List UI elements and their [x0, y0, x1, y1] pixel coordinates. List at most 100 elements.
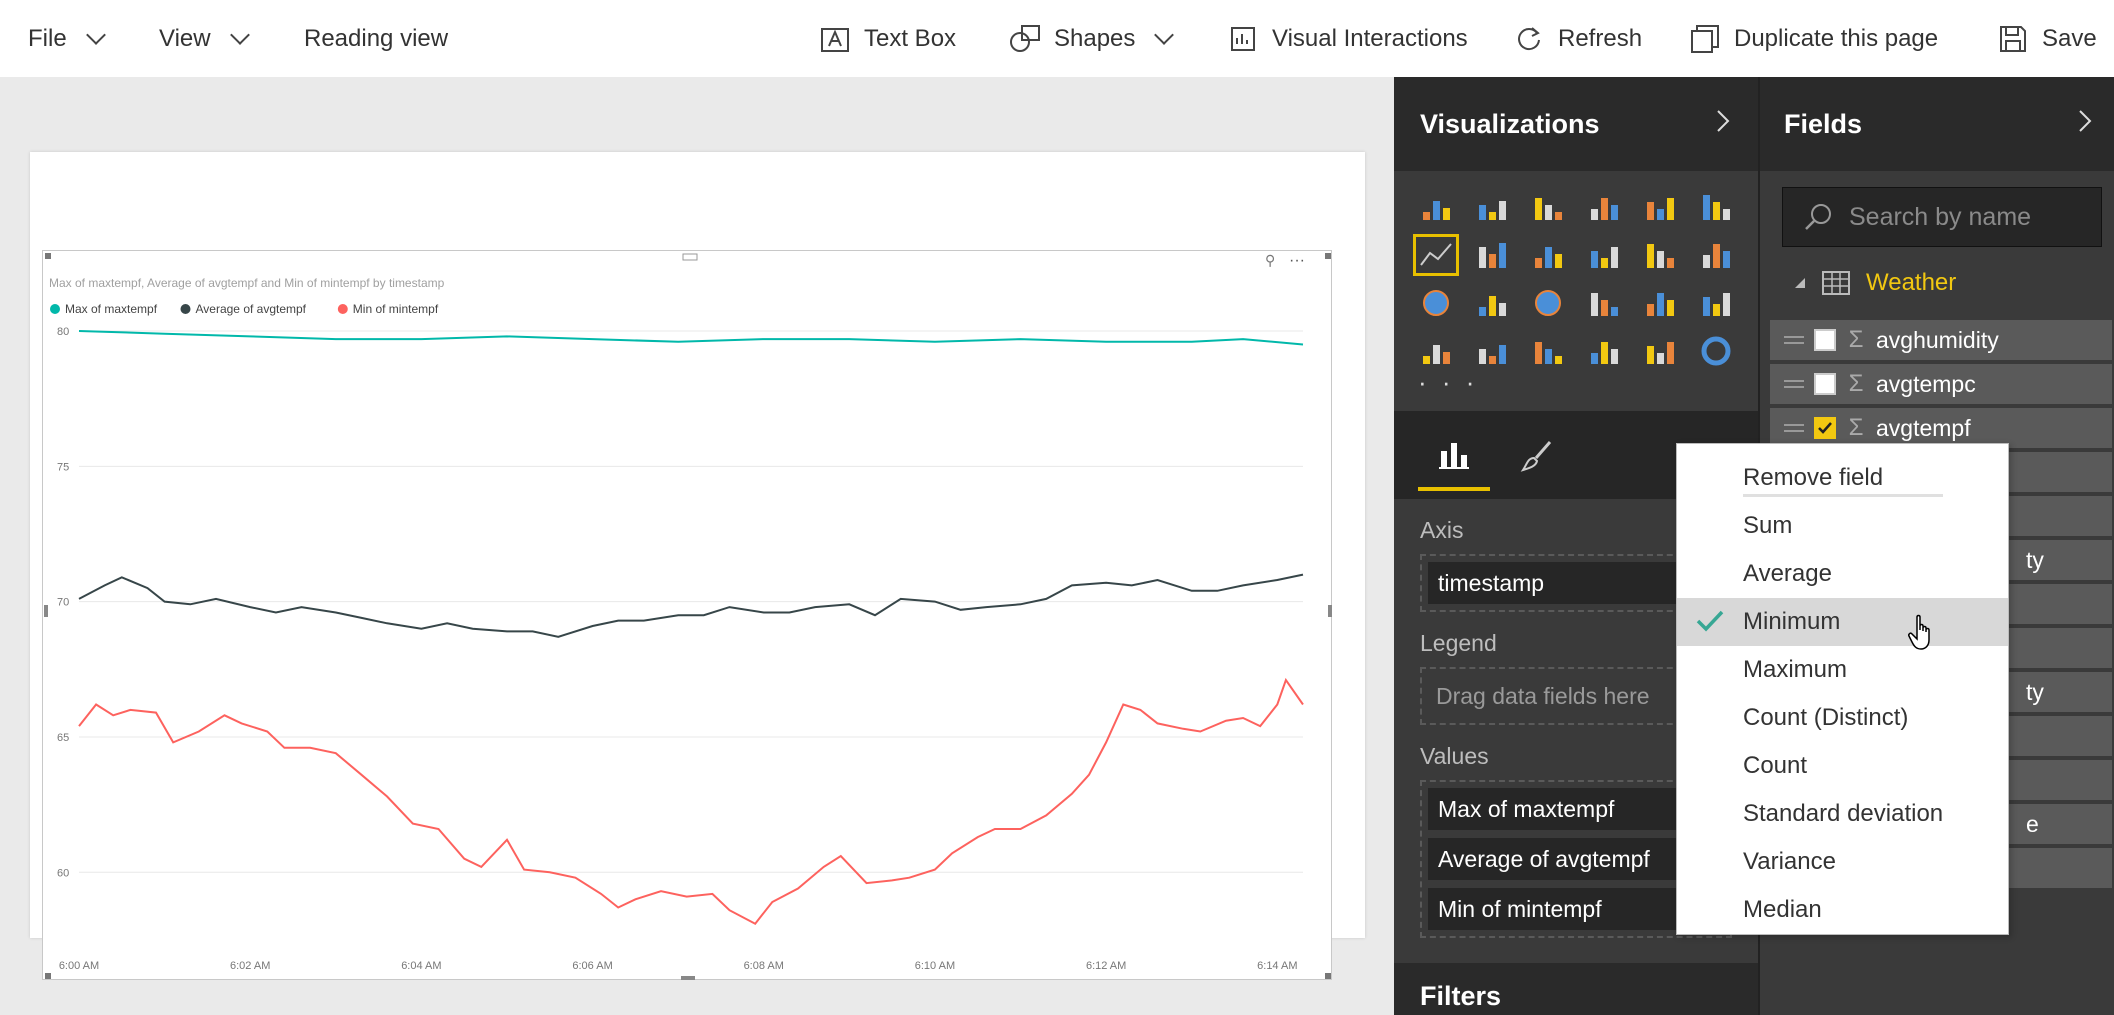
menu-item-count[interactable]: Count — [1677, 742, 2008, 790]
y-tick-label: 70 — [57, 597, 69, 609]
reading-view-label: Reading view — [304, 24, 449, 52]
line-chart-visual[interactable]: Max of maxtempf, Average of avgtempf and… — [42, 250, 1332, 980]
visualization-grid — [1412, 185, 1748, 377]
checkbox[interactable] — [1814, 329, 1836, 351]
field-row[interactable]: Σ avghumidity — [1770, 320, 2112, 360]
pie-chart-icon[interactable] — [1412, 281, 1460, 325]
resize-handle[interactable] — [44, 605, 48, 617]
field-row[interactable]: Σ avgtempc — [1770, 364, 2112, 404]
resize-handle[interactable] — [1325, 973, 1331, 979]
drag-handle-icon[interactable] — [1784, 424, 1804, 432]
more-visuals-button[interactable]: · · · — [1418, 367, 1478, 398]
resize-handle[interactable] — [1328, 605, 1332, 617]
field-name-partial: ty — [2026, 546, 2044, 573]
x-tick-label: 6:08 AM — [744, 960, 784, 972]
field-name: avghumidity — [1876, 326, 1999, 353]
checkbox[interactable] — [1814, 373, 1836, 395]
text-box-button[interactable]: Text Box — [818, 0, 956, 77]
tab-format[interactable] — [1500, 421, 1572, 491]
toolbar: File View Reading view Text Box Shapes V… — [0, 0, 2114, 77]
line-chart-icon[interactable] — [1412, 233, 1460, 277]
menu-item-median[interactable]: Median — [1677, 886, 2008, 934]
stacked-column-icon[interactable] — [1468, 185, 1516, 229]
series-line — [78, 330, 1304, 346]
matrix-icon[interactable] — [1636, 281, 1684, 325]
line-column-icon[interactable] — [1524, 233, 1572, 277]
area-chart-icon[interactable] — [1468, 233, 1516, 277]
legend-marker — [180, 304, 191, 314]
donut-icon[interactable] — [1692, 329, 1740, 373]
field-row[interactable]: Σ avgtempf — [1770, 408, 2112, 448]
clustered-bar-icon[interactable] — [1524, 185, 1572, 229]
line-clustered-icon[interactable] — [1580, 233, 1628, 277]
chevron-right-icon[interactable] — [2076, 108, 2094, 141]
menu-item-maximum[interactable]: Maximum — [1677, 646, 2008, 694]
menu-item-variance[interactable]: Variance — [1677, 838, 2008, 886]
chevron-down-icon — [229, 24, 250, 45]
refresh-label: Refresh — [1558, 24, 1643, 52]
slicer-icon[interactable] — [1636, 329, 1684, 373]
pin-icon[interactable]: ⚲ — [1265, 252, 1275, 268]
save-label: Save — [2042, 24, 2097, 52]
100-bar-icon[interactable] — [1636, 185, 1684, 229]
search-icon — [1805, 204, 1831, 230]
series-line — [78, 677, 1304, 925]
save-button[interactable]: Save — [1996, 0, 2097, 77]
view-menu[interactable]: View — [159, 0, 250, 77]
filters-title: Filters — [1394, 963, 1758, 1015]
y-tick-label: 60 — [57, 867, 69, 879]
resize-handle[interactable] — [681, 976, 695, 980]
menu-item-minimum-label: Minimum — [1743, 608, 1841, 635]
file-label: File — [28, 24, 67, 52]
menu-item-average[interactable]: Average — [1677, 550, 2008, 598]
scatter-icon[interactable] — [1692, 233, 1740, 277]
chevron-down-icon — [1154, 24, 1175, 45]
menu-item-minimum[interactable]: Minimum — [1677, 598, 2008, 646]
100-column-icon[interactable] — [1692, 185, 1740, 229]
table-weather[interactable]: Weather — [1794, 269, 1956, 297]
multi-card-icon[interactable] — [1524, 329, 1572, 373]
drag-grip-icon[interactable] — [682, 253, 698, 261]
menu-item-sum[interactable]: Sum — [1677, 502, 2008, 550]
hand-cursor-icon — [1908, 614, 1930, 650]
table-icon[interactable] — [1580, 281, 1628, 325]
tab-fields[interactable] — [1418, 421, 1490, 491]
reading-view-button[interactable]: Reading view — [304, 0, 448, 77]
x-tick-label: 6:12 AM — [1086, 960, 1126, 972]
save-icon — [1996, 22, 2030, 56]
visual-interactions-icon — [1226, 22, 1260, 56]
clustered-column-icon[interactable] — [1580, 185, 1628, 229]
chevron-right-icon[interactable] — [1714, 108, 1732, 141]
refresh-button[interactable]: Refresh — [1512, 0, 1642, 77]
resize-handle[interactable] — [45, 973, 51, 979]
shapes-menu[interactable]: Shapes — [1008, 0, 1175, 77]
checkbox-checked[interactable] — [1814, 417, 1836, 439]
shapes-label: Shapes — [1054, 24, 1136, 52]
treemap-icon[interactable] — [1468, 281, 1516, 325]
menu-item-standard-deviation[interactable]: Standard deviation — [1677, 790, 2008, 838]
x-tick-label: 6:06 AM — [572, 960, 612, 972]
menu-item-count-distinct[interactable]: Count (Distinct) — [1677, 694, 2008, 742]
x-tick-label: 6:02 AM — [230, 960, 270, 972]
more-options-icon[interactable]: ··· — [1289, 252, 1305, 269]
collapse-triangle-icon — [1795, 278, 1805, 288]
fields-search-input[interactable]: Search by name — [1782, 187, 2102, 247]
visual-interactions-button[interactable]: Visual Interactions — [1226, 0, 1468, 77]
resize-handle[interactable] — [1325, 253, 1331, 259]
visualizations-header: Visualizations — [1394, 77, 1758, 171]
chevron-down-icon — [85, 24, 106, 45]
file-menu[interactable]: File — [28, 0, 106, 77]
filled-map-icon[interactable] — [1692, 281, 1740, 325]
legend-marker — [50, 304, 60, 314]
card-icon[interactable] — [1580, 329, 1628, 373]
menu-divider — [1743, 494, 1943, 497]
drag-handle-icon[interactable] — [1784, 336, 1804, 344]
drag-handle-icon[interactable] — [1784, 380, 1804, 388]
paint-roller-icon — [1520, 441, 1552, 472]
stacked-bar-icon[interactable] — [1412, 185, 1460, 229]
ribbon-chart-icon[interactable] — [1636, 233, 1684, 277]
duplicate-page-button[interactable]: Duplicate this page — [1688, 0, 1938, 77]
map-icon[interactable] — [1524, 281, 1572, 325]
resize-handle[interactable] — [45, 253, 51, 259]
visual-interactions-label: Visual Interactions — [1272, 24, 1468, 52]
